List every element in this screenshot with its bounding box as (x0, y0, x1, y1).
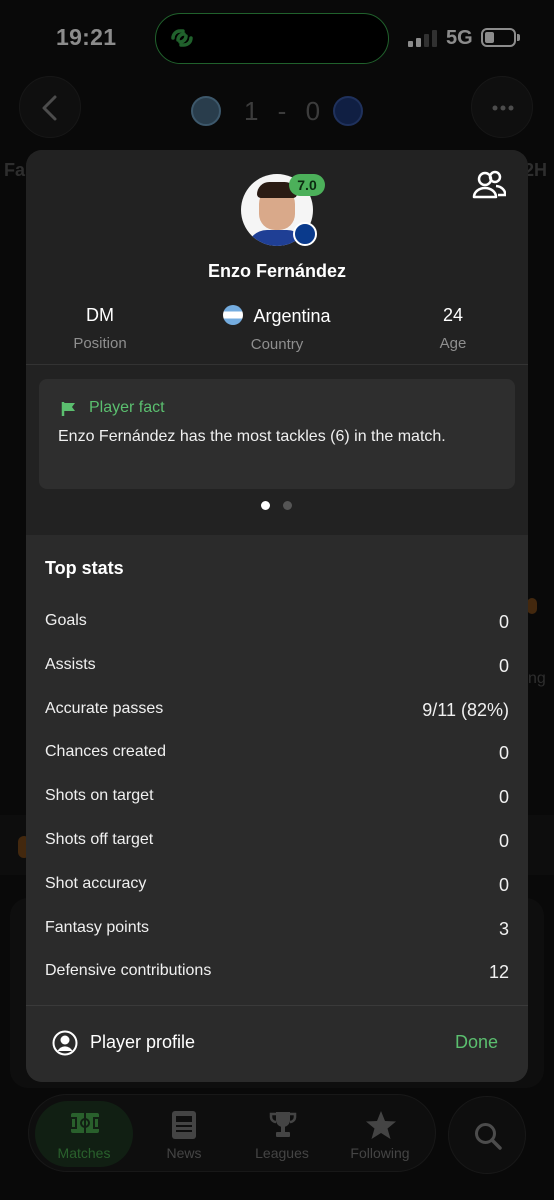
stat-name: Goals (45, 612, 87, 629)
stat-value: 0 (498, 743, 509, 764)
country-info: Argentina Country (197, 305, 357, 353)
player-fact-card[interactable]: Player fact Enzo Fernández has the most … (39, 379, 515, 489)
player-card: 7.0 Enzo Fernández DM Position Argentina… (26, 150, 528, 1082)
stat-name: Accurate passes (45, 699, 164, 717)
stat-value: 9/11 (82%) (422, 699, 509, 720)
top-stats-section: Top stats Goals 0 Assists 0 Accurate passes 9… (26, 535, 528, 1005)
stat-name: Shot accuracy (45, 874, 147, 892)
position-value: DM (86, 305, 114, 325)
age-label: Age (439, 335, 467, 352)
player-card-footer: Player profile Done (26, 1005, 528, 1082)
done-button[interactable]: Done (455, 1032, 498, 1053)
player-fact-text: Enzo Fernández has the most tackles (6) … (58, 428, 446, 445)
stat-value: 0 (498, 874, 509, 895)
page-dot[interactable] (283, 501, 292, 510)
stat-name: Chances created (45, 743, 166, 761)
age-info: 24 Age (373, 305, 528, 352)
stat-row: Shot accuracy 0 (45, 875, 509, 901)
stat-name: Assists (45, 655, 96, 673)
flag-icon (61, 402, 75, 416)
stat-value: 0 (498, 612, 509, 632)
chelsea-badge-icon (293, 222, 317, 246)
position-label: Position (73, 335, 127, 352)
player-card-header: 7.0 Enzo Fernández DM Position Argentina… (26, 150, 528, 535)
rating-badge: 7.0 (289, 174, 325, 196)
country-label: Country (250, 336, 304, 353)
stat-value: 3 (498, 918, 509, 939)
player-name: Enzo Fernández (207, 261, 346, 281)
person-circle-icon (52, 1030, 78, 1056)
divider (26, 364, 528, 365)
stat-value: 12 (488, 962, 509, 983)
stat-row: Chances created 0 (45, 743, 509, 769)
country-value: Argentina (253, 306, 331, 326)
stat-row: Goals 0 (45, 612, 509, 638)
stat-name: Defensive contributions (45, 962, 212, 980)
age-value: 24 (442, 305, 464, 325)
stat-row: Shots off target 0 (45, 831, 509, 857)
stat-row: Assists 0 (45, 656, 509, 682)
top-stats-title: Top stats (45, 558, 124, 578)
stat-value: 0 (498, 655, 509, 676)
stat-row: Shots on target 0 (45, 787, 509, 813)
player-fact-title: Player fact (89, 399, 165, 416)
stat-row: Defensive contributions 12 (45, 962, 509, 988)
follow-player-icon[interactable] (472, 170, 506, 200)
page-dot-active[interactable] (261, 501, 270, 510)
stat-row: Accurate passes 9/11 (82%) (45, 700, 509, 726)
argentina-flag-icon (223, 305, 244, 325)
stat-value: 0 (498, 787, 509, 808)
stat-name: Shots off target (45, 831, 154, 848)
player-profile-button[interactable]: Player profile (90, 1032, 195, 1053)
stat-row: Fantasy points 3 (45, 919, 509, 945)
position-info: DM Position (26, 305, 180, 352)
stat-name: Shots on target (45, 787, 154, 805)
stat-name: Fantasy points (45, 918, 150, 936)
stat-value: 0 (498, 831, 509, 851)
